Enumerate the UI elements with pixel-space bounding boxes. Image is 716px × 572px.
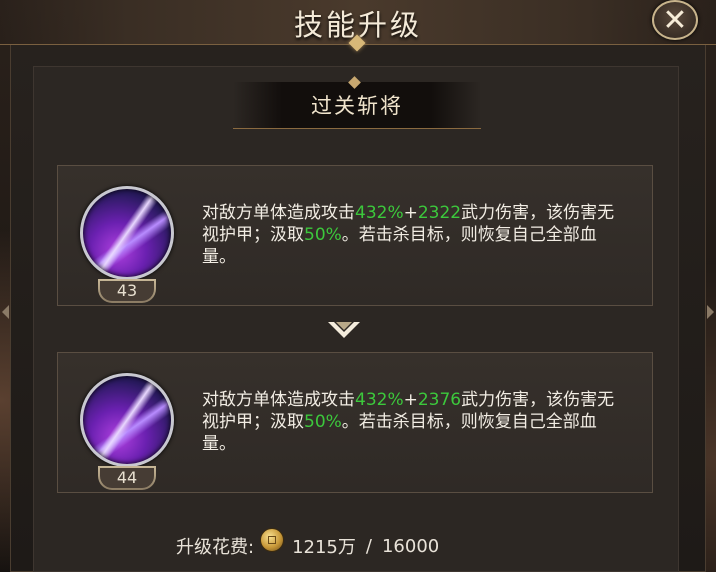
level-badge: 43 [98, 279, 156, 303]
desc-text: 对敌方单体造成攻击 [202, 390, 355, 410]
cost-label: 升级花费: [176, 537, 255, 558]
next-level-value: 44 [100, 468, 154, 488]
skill-name: 过关斩将 [311, 94, 403, 118]
current-skill-description: 对敌方单体造成攻击432%+2322武力伤害，该伤害无视护甲；汲取50%。若击杀… [202, 202, 630, 268]
desc-text: 对敌方单体造成攻击 [202, 203, 355, 223]
left-arrow-icon [2, 305, 9, 319]
drain-percent: 50% [304, 225, 342, 245]
skill-icon [80, 186, 174, 280]
current-level-value: 43 [100, 281, 154, 301]
upgrade-cost: 升级花费: 1215万 / 16000 [176, 528, 440, 560]
drain-percent: 50% [304, 412, 342, 432]
owned-amount: 1215万 [292, 537, 356, 558]
skill-name-banner: 过关斩将 [233, 82, 481, 129]
close-button[interactable]: ✕ [652, 0, 698, 40]
attack-percent: 432% [355, 203, 404, 223]
cost-separator: / [365, 535, 372, 557]
right-arrow-icon [707, 305, 714, 319]
flat-damage: 2376 [417, 390, 462, 410]
next-skill-description: 对敌方单体造成攻击432%+2376武力伤害，该伤害无视护甲；汲取50%。若击杀… [202, 389, 630, 455]
chevron-down-icon [328, 322, 360, 338]
next-level-card: 44 对敌方单体造成攻击432%+2376武力伤害，该伤害无视护甲；汲取50%。… [57, 352, 653, 493]
current-level-card: 43 对敌方单体造成攻击432%+2322武力伤害，该伤害无视护甲；汲取50%。… [57, 165, 653, 306]
flat-damage: 2322 [417, 203, 462, 223]
skill-icon [80, 373, 174, 467]
gold-coin-icon [260, 528, 285, 552]
desc-plus: + [403, 390, 418, 410]
level-badge: 44 [98, 466, 156, 490]
required-amount: 16000 [381, 535, 440, 557]
desc-plus: + [403, 203, 418, 223]
attack-percent: 432% [355, 390, 404, 410]
